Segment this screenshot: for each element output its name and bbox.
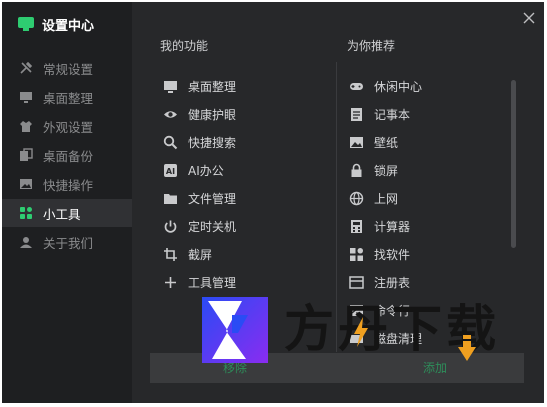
feature-label: 快捷搜索 xyxy=(188,135,237,150)
sidebar-item-desktop[interactable]: 桌面整理 xyxy=(2,83,132,111)
recommend-item-find-software[interactable]: 找软件 xyxy=(348,240,508,268)
my-features-list: 桌面整理 健康护眼 快捷搜索 AI AI办公 文件管理 定时关机 截屏 工具管理 xyxy=(162,72,327,296)
app-title: 设置中心 xyxy=(42,18,95,34)
backup-icon xyxy=(19,148,33,162)
lock-icon xyxy=(348,162,364,178)
notepad-icon xyxy=(348,106,364,122)
sidebar-item-label: 快捷操作 xyxy=(43,177,94,193)
recommend-item-notepad[interactable]: 记事本 xyxy=(348,100,508,128)
sidebar-item-general[interactable]: 常规设置 xyxy=(2,54,132,82)
sidebar-item-label: 常规设置 xyxy=(43,61,94,77)
close-button[interactable] xyxy=(522,10,536,24)
sidebar-item-appearance[interactable]: 外观设置 xyxy=(2,112,132,140)
feature-label: AI办公 xyxy=(188,163,224,178)
feature-item-ai-office[interactable]: AI AI办公 xyxy=(162,156,327,184)
monitor-logo-icon xyxy=(18,17,34,31)
feature-item-files[interactable]: 文件管理 xyxy=(162,184,327,212)
my-features-heading: 我的功能 xyxy=(160,39,209,53)
sidebar-item-label: 小工具 xyxy=(43,206,81,222)
monitor-icon xyxy=(19,90,33,104)
recommend-item-lockscreen[interactable]: 锁屏 xyxy=(348,156,508,184)
recommend-item-calculator[interactable]: 计算器 xyxy=(348,212,508,240)
close-icon xyxy=(523,12,535,24)
sidebar-item-backup[interactable]: 桌面备份 xyxy=(2,141,132,169)
recommend-scrollbar[interactable] xyxy=(511,80,516,248)
wallpaper-icon xyxy=(348,134,364,150)
eye-icon xyxy=(162,106,178,122)
feature-item-tool-manage[interactable]: 工具管理 xyxy=(162,268,327,296)
calculator-icon xyxy=(348,218,364,234)
folder-icon xyxy=(162,190,178,206)
settings-window: 设置中心 常规设置 桌面整理 外观设置 桌面备份 快捷操作 小工具 关于我们 我… xyxy=(2,2,544,403)
recommend-label: 休闲中心 xyxy=(374,79,423,94)
power-icon xyxy=(162,218,178,234)
bolt-icon xyxy=(354,317,368,347)
feature-item-eyecare[interactable]: 健康护眼 xyxy=(162,100,327,128)
sidebar-item-about[interactable]: 关于我们 xyxy=(2,228,132,256)
recommend-heading: 为你推荐 xyxy=(347,39,396,53)
recommend-label: 注册表 xyxy=(374,275,411,290)
recommend-label: 壁纸 xyxy=(374,135,399,150)
svg-text:AI: AI xyxy=(165,167,174,176)
watermark-logo-icon xyxy=(202,297,268,363)
recommend-item-registry[interactable]: 注册表 xyxy=(348,268,508,296)
recommend-item-wallpaper[interactable]: 壁纸 xyxy=(348,128,508,156)
feature-item-desktop[interactable]: 桌面整理 xyxy=(162,72,327,100)
tools-icon xyxy=(19,61,33,75)
recommend-label: 锁屏 xyxy=(374,163,399,178)
globe-icon xyxy=(348,190,364,206)
gamepad-icon xyxy=(348,78,364,94)
shirt-icon xyxy=(19,119,33,133)
recommend-item-internet[interactable]: 上网 xyxy=(348,184,508,212)
watermark: 方丹下载 xyxy=(202,295,507,365)
sidebar-menu: 常规设置 桌面整理 外观设置 桌面备份 快捷操作 小工具 关于我们 xyxy=(2,54,132,257)
apps-icon xyxy=(348,246,364,262)
sidebar-item-label: 关于我们 xyxy=(43,235,94,251)
search-icon xyxy=(162,134,178,150)
feature-item-shutdown[interactable]: 定时关机 xyxy=(162,212,327,240)
user-icon xyxy=(19,235,33,249)
recommend-item-games[interactable]: 休闲中心 xyxy=(348,72,508,100)
crop-icon xyxy=(162,246,178,262)
ai-icon: AI xyxy=(162,162,178,178)
recommend-label: 上网 xyxy=(374,191,399,206)
feature-label: 健康护眼 xyxy=(188,107,237,122)
sidebar-item-label: 桌面备份 xyxy=(43,148,94,164)
monitor-icon xyxy=(162,78,178,94)
feature-label: 桌面整理 xyxy=(188,79,237,94)
registry-icon xyxy=(348,274,364,290)
sidebar: 设置中心 常规设置 桌面整理 外观设置 桌面备份 快捷操作 小工具 关于我们 xyxy=(2,2,132,403)
sidebar-item-label: 桌面整理 xyxy=(43,90,94,106)
feature-label: 工具管理 xyxy=(188,275,237,290)
recommend-label: 记事本 xyxy=(374,107,411,122)
feature-label: 文件管理 xyxy=(188,191,237,206)
recommend-label: 找软件 xyxy=(374,247,411,262)
sidebar-item-widgets[interactable]: 小工具 xyxy=(2,199,132,227)
sidebar-item-label: 外观设置 xyxy=(43,119,94,135)
app-brand: 设置中心 xyxy=(18,14,94,34)
feature-label: 定时关机 xyxy=(188,219,237,234)
widgets-icon xyxy=(19,206,33,220)
download-arrow-icon xyxy=(458,335,476,361)
plus-icon xyxy=(162,274,178,290)
sidebar-item-shortcuts[interactable]: 快捷操作 xyxy=(2,170,132,198)
feature-label: 截屏 xyxy=(188,247,213,262)
feature-item-screenshot[interactable]: 截屏 xyxy=(162,240,327,268)
image-icon xyxy=(19,177,33,191)
feature-item-search[interactable]: 快捷搜索 xyxy=(162,128,327,156)
recommend-label: 计算器 xyxy=(374,219,411,234)
